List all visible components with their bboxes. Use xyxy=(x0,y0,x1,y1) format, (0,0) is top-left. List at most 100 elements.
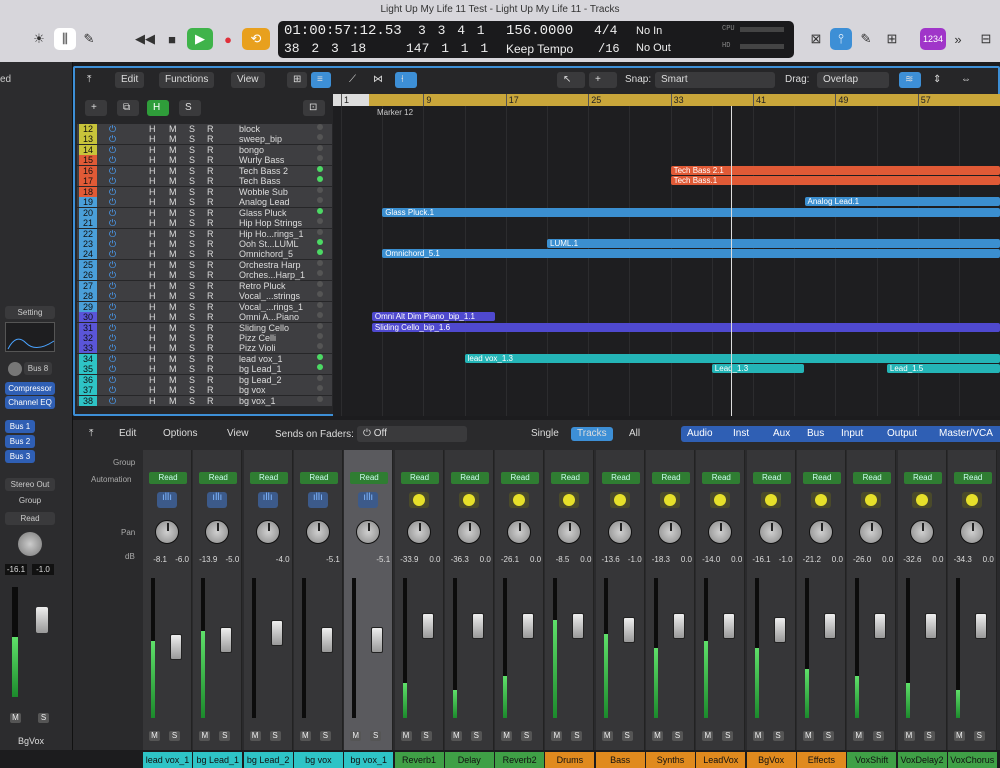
channel-strip[interactable]: Read-32.60.0MSVoxDelay2 xyxy=(898,450,947,750)
record-enable-button[interactable]: R xyxy=(207,396,214,406)
pencil-icon[interactable]: ✎ xyxy=(856,28,876,50)
track-header[interactable]: 16⏻HMSRTech Bass 2 xyxy=(77,166,332,176)
power-icon[interactable]: ⏻ xyxy=(109,218,116,228)
waveform-plugin-icon[interactable]: ıllı xyxy=(358,492,378,508)
horizontal-zoom-icon[interactable]: ⇔ xyxy=(955,72,977,88)
mixer-edit-menu[interactable]: Edit xyxy=(113,426,142,442)
channel-name[interactable]: LeadVox xyxy=(696,752,745,768)
pan-knob[interactable] xyxy=(608,520,632,544)
volume-fader[interactable] xyxy=(321,627,333,653)
tuner-plugin-icon[interactable] xyxy=(559,492,579,508)
record-enable-button[interactable]: R xyxy=(207,166,214,176)
pan-knob[interactable] xyxy=(960,520,984,544)
channel-strip[interactable]: Read-36.30.0MSDelay xyxy=(445,450,494,750)
track-header[interactable]: 34⏻HMSRlead vox_1 xyxy=(77,354,332,364)
pan-knob[interactable] xyxy=(155,520,179,544)
record-enable-button[interactable]: R xyxy=(207,375,214,385)
power-icon[interactable]: ⏻ xyxy=(109,302,116,312)
functions-menu[interactable]: Functions xyxy=(159,72,214,88)
mute-button[interactable]: M xyxy=(169,396,177,406)
solo-button[interactable]: S xyxy=(189,291,195,301)
mute-button[interactable]: M xyxy=(169,343,177,353)
automation-read-button[interactable]: Read xyxy=(350,472,388,484)
track-name[interactable]: Omni A...Piano xyxy=(239,312,299,322)
pointer-tool[interactable]: ↖ xyxy=(557,72,585,88)
volume-fader[interactable] xyxy=(874,613,886,639)
automation-read-button[interactable]: Read xyxy=(401,472,439,484)
solo-button[interactable]: S xyxy=(189,229,195,239)
grid-icon[interactable]: ⊞ xyxy=(287,72,307,88)
channel-strip[interactable]: Read-14.00.0MSLeadVox xyxy=(696,450,745,750)
mute-button[interactable]: M xyxy=(169,375,177,385)
mute-button[interactable]: M xyxy=(169,229,177,239)
track-name[interactable]: Vocal_...strings xyxy=(239,291,300,301)
tab-all[interactable]: All xyxy=(623,427,646,441)
region[interactable]: Lead_1.5 xyxy=(887,364,1000,373)
record-enable-button[interactable]: R xyxy=(207,229,214,239)
track-header[interactable]: 36⏻HMSRbg Lead_2 xyxy=(77,375,332,385)
metronome-icon[interactable]: ☀ xyxy=(30,28,48,50)
solo-button[interactable]: S xyxy=(189,375,195,385)
track-name[interactable]: Orchestra Harp xyxy=(239,260,301,270)
solo-button[interactable]: S xyxy=(471,731,482,741)
volume-fader[interactable] xyxy=(774,617,786,643)
track-header[interactable]: 29⏻HMSRVocal_...rings_1 xyxy=(77,302,332,312)
track-header[interactable]: 38⏻HMSRbg vox_1 xyxy=(77,396,332,406)
solo-button[interactable]: S xyxy=(370,731,381,741)
channel-name[interactable]: lead vox_1 xyxy=(143,752,192,768)
region[interactable]: Sliding Cello_bip_1.6 xyxy=(372,323,1000,332)
mute-button[interactable]: M xyxy=(169,333,177,343)
record-enable-button[interactable]: R xyxy=(207,239,214,249)
channel-strip[interactable]: Read-34.30.0MSVoxChorus xyxy=(948,450,997,750)
solo-button[interactable]: S xyxy=(189,343,195,353)
track-header[interactable]: 14⏻HMSRbongo xyxy=(77,145,332,155)
mute-button[interactable]: M xyxy=(169,218,177,228)
channel-name[interactable]: VoxChorus xyxy=(948,752,997,768)
volume-fader[interactable] xyxy=(723,613,735,639)
channel-strip[interactable]: Read-13.6-1.0MSBass xyxy=(596,450,645,750)
record-enable-button[interactable]: R xyxy=(207,385,214,395)
global-tracks-icon[interactable]: ⊡ xyxy=(303,100,325,116)
track-header[interactable]: 32⏻HMSRPizz Celli xyxy=(77,333,332,343)
count-in-badge[interactable]: 1234 xyxy=(920,28,946,50)
notes-icon[interactable]: ⊠ xyxy=(806,28,826,50)
solo-button[interactable]: S xyxy=(189,208,195,218)
automation-icon[interactable]: ⟋ xyxy=(343,72,363,88)
track-header[interactable]: 28⏻HMSRVocal_...strings xyxy=(77,291,332,301)
mute-button[interactable]: M xyxy=(753,731,764,741)
hide-button[interactable]: H xyxy=(149,385,156,395)
solo-button[interactable]: S xyxy=(189,134,195,144)
channel-name[interactable]: Effects xyxy=(797,752,846,768)
group-slot[interactable]: Group xyxy=(5,494,55,507)
solo-button[interactable]: S xyxy=(189,197,195,207)
power-icon[interactable]: ⏻ xyxy=(109,249,116,259)
automation-read-button[interactable]: Read xyxy=(702,472,740,484)
automation-read-button[interactable]: Read xyxy=(652,472,690,484)
send-bus8[interactable]: Bus 8 xyxy=(24,362,52,375)
record-enable-button[interactable]: R xyxy=(207,134,214,144)
hide-button[interactable]: H xyxy=(149,208,156,218)
hide-button[interactable]: H xyxy=(149,197,156,207)
channel-strip[interactable]: Read-26.00.0MSVoxShift xyxy=(847,450,896,750)
volume-fader[interactable] xyxy=(36,607,48,633)
channel-name[interactable]: Reverb1 xyxy=(395,752,444,768)
setting-button[interactable]: Setting xyxy=(5,306,55,319)
record-enable-button[interactable]: R xyxy=(207,145,214,155)
pan-knob[interactable] xyxy=(356,520,380,544)
track-name[interactable]: bg Lead_2 xyxy=(239,375,282,385)
track-name[interactable]: Orches...Harp_1 xyxy=(239,270,305,280)
pan-knob[interactable] xyxy=(507,520,531,544)
automation-read-button[interactable]: Read xyxy=(602,472,640,484)
tuner-plugin-icon[interactable] xyxy=(459,492,479,508)
track-name[interactable]: bg Lead_1 xyxy=(239,364,282,374)
power-icon[interactable]: ⏻ xyxy=(109,312,116,322)
record-enable-button[interactable]: R xyxy=(207,281,214,291)
pan-knob[interactable] xyxy=(407,520,431,544)
power-icon[interactable]: ⏻ xyxy=(109,343,116,353)
list-icon[interactable]: ⊟ xyxy=(976,28,996,50)
channel-strip[interactable]: Readıllı-5.1MSbg vox xyxy=(294,450,343,750)
record-enable-button[interactable]: R xyxy=(207,364,214,374)
power-icon[interactable]: ⏻ xyxy=(109,134,116,144)
view-menu[interactable]: View xyxy=(231,72,265,88)
mixer-options-menu[interactable]: Options xyxy=(157,426,203,442)
